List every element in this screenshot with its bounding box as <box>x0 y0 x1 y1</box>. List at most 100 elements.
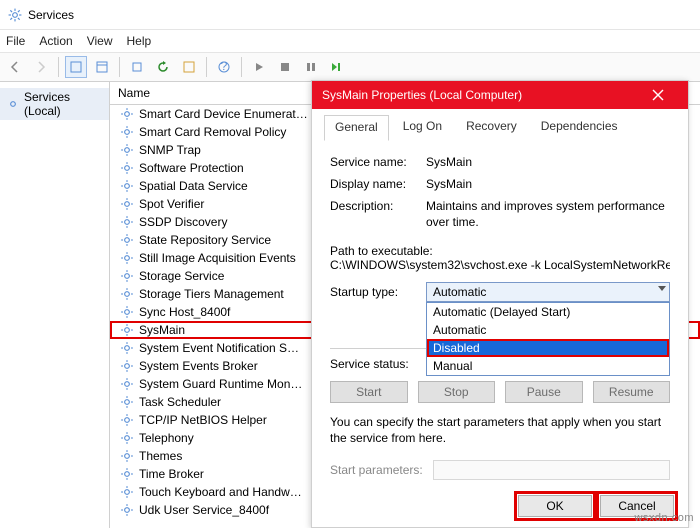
service-name: Telephony <box>139 431 194 445</box>
help-button[interactable]: ? <box>213 56 235 78</box>
service-name: Spatial Data Service <box>139 179 248 193</box>
service-status-label: Service status: <box>330 357 426 371</box>
watermark: wsxdn.com <box>634 512 694 524</box>
toolbar-separator <box>119 57 120 77</box>
gear-icon <box>120 197 134 211</box>
gear-icon <box>120 431 134 445</box>
startup-type-combo[interactable]: Automatic Automatic (Delayed Start)Autom… <box>426 282 670 302</box>
combo-dropdown: Automatic (Delayed Start)AutomaticDisabl… <box>426 302 670 376</box>
pauseservice-button[interactable]: Pause <box>505 381 583 403</box>
tab-bar: General Log On Recovery Dependencies <box>312 109 688 141</box>
start-button[interactable]: Start <box>330 381 408 403</box>
service-name-label: Service name: <box>330 155 426 169</box>
chevron-down-icon <box>658 286 666 291</box>
gear-icon <box>120 287 134 301</box>
service-name: Storage Service <box>139 269 224 283</box>
service-name: State Repository Service <box>139 233 271 247</box>
forward-button[interactable] <box>30 56 52 78</box>
combo-option[interactable]: Automatic (Delayed Start) <box>427 303 669 321</box>
stopservice-button[interactable]: Stop <box>418 381 496 403</box>
toolbar-separator <box>58 57 59 77</box>
restart-button[interactable] <box>326 56 348 78</box>
gear-icon <box>120 305 134 319</box>
menu-bar: File Action View Help <box>0 30 700 52</box>
service-name: Software Protection <box>139 161 244 175</box>
pause-button[interactable] <box>300 56 322 78</box>
close-icon[interactable] <box>638 81 678 109</box>
gear-icon <box>120 395 134 409</box>
sidebar: Services (Local) <box>0 82 110 528</box>
menu-action[interactable]: Action <box>39 34 72 48</box>
window-titlebar: Services <box>0 0 700 30</box>
toolbar-btn-5[interactable] <box>178 56 200 78</box>
svg-text:?: ? <box>221 61 228 73</box>
menu-view[interactable]: View <box>87 34 113 48</box>
stop-button[interactable] <box>274 56 296 78</box>
service-name: Sync Host_8400f <box>139 305 230 319</box>
tab-dependencies[interactable]: Dependencies <box>531 115 628 141</box>
sidebar-item-services-local[interactable]: Services (Local) <box>0 88 109 120</box>
description-label: Description: <box>330 199 426 230</box>
combo-option[interactable]: Automatic <box>427 321 669 339</box>
gear-icon <box>120 485 134 499</box>
service-name: Smart Card Device Enumerat… <box>139 107 308 121</box>
description-value: Maintains and improves system performanc… <box>426 199 670 230</box>
gear-icon <box>120 161 134 175</box>
tab-recovery[interactable]: Recovery <box>456 115 527 141</box>
gear-icon <box>120 413 134 427</box>
ok-button[interactable]: OK <box>518 495 592 517</box>
toolbar-btn-2[interactable] <box>91 56 113 78</box>
resume-button[interactable]: Resume <box>593 381 671 403</box>
combo-option[interactable]: Disabled <box>427 339 669 357</box>
tab-general[interactable]: General <box>324 115 389 141</box>
combo-selected[interactable]: Automatic <box>426 282 670 302</box>
service-name: Still Image Acquisition Events <box>139 251 296 265</box>
toolbar-btn-3[interactable] <box>126 56 148 78</box>
service-name: Touch Keyboard and Handw… <box>139 485 302 499</box>
service-name: Themes <box>139 449 182 463</box>
gear-icon <box>120 125 134 139</box>
toolbar-separator <box>241 57 242 77</box>
tab-logon[interactable]: Log On <box>393 115 452 141</box>
toolbar: ? <box>0 52 700 82</box>
toolbar-btn-1[interactable] <box>65 56 87 78</box>
service-name: Udk User Service_8400f <box>139 503 269 517</box>
service-name: SSDP Discovery <box>139 215 227 229</box>
display-name-label: Display name: <box>330 177 426 191</box>
window-title: Services <box>28 8 74 22</box>
gear-icon <box>120 251 134 265</box>
gear-icon <box>120 179 134 193</box>
service-name: SNMP Trap <box>139 143 201 157</box>
toolbar-separator <box>206 57 207 77</box>
start-parameters-input[interactable] <box>433 460 670 480</box>
gear-icon <box>120 503 134 517</box>
service-name: TCP/IP NetBIOS Helper <box>139 413 267 427</box>
gear-icon <box>120 341 134 355</box>
display-name-value: SysMain <box>426 177 670 191</box>
gear-icon <box>120 359 134 373</box>
startup-type-label: Startup type: <box>330 285 426 299</box>
menu-file[interactable]: File <box>6 34 25 48</box>
menu-help[interactable]: Help <box>127 34 152 48</box>
gear-icon <box>120 215 134 229</box>
gear-icon <box>120 467 134 481</box>
service-name: SysMain <box>139 323 185 337</box>
gear-icon <box>120 107 134 121</box>
gear-icon <box>120 449 134 463</box>
combo-option[interactable]: Manual <box>427 357 669 375</box>
dialog-title: SysMain Properties (Local Computer) <box>322 88 522 102</box>
refresh-button[interactable] <box>152 56 174 78</box>
service-name: System Events Broker <box>139 359 258 373</box>
service-name: System Event Notification S… <box>139 341 299 355</box>
path-label: Path to executable: <box>330 244 670 258</box>
gear-icon <box>6 97 20 111</box>
gear-icon <box>120 143 134 157</box>
dialog-titlebar[interactable]: SysMain Properties (Local Computer) <box>312 81 688 109</box>
gear-icon <box>120 377 134 391</box>
gear-icon <box>120 233 134 247</box>
back-button[interactable] <box>4 56 26 78</box>
service-name-value: SysMain <box>426 155 670 169</box>
service-name: Task Scheduler <box>139 395 221 409</box>
play-button[interactable] <box>248 56 270 78</box>
service-name: Time Broker <box>139 467 204 481</box>
